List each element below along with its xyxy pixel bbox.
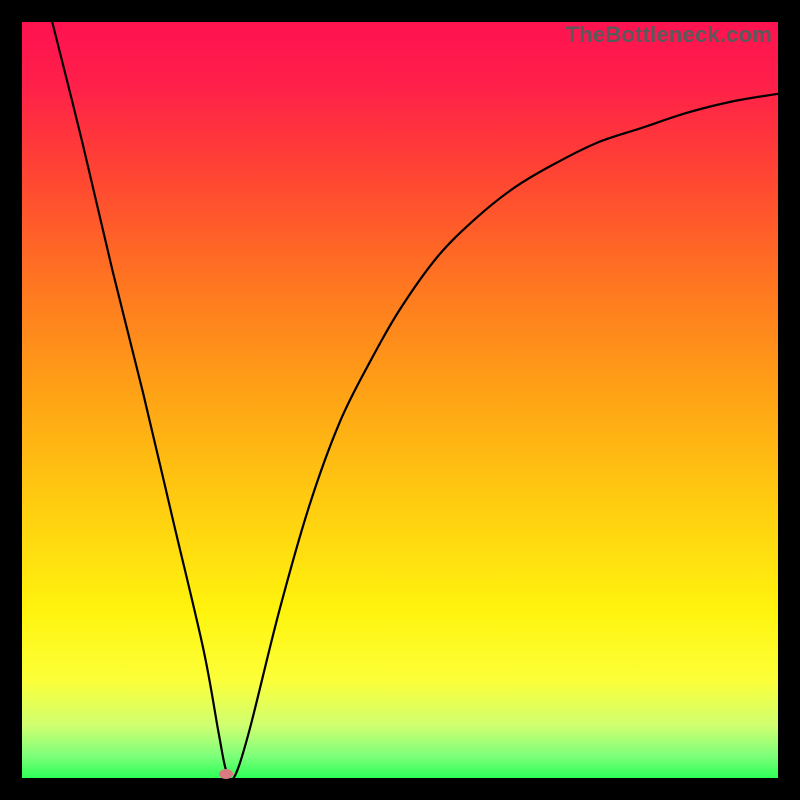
bottleneck-curve [22, 22, 778, 778]
plot-area: TheBottleneck.com [22, 22, 778, 778]
optimum-marker [219, 769, 233, 779]
chart-frame: TheBottleneck.com [0, 0, 800, 800]
